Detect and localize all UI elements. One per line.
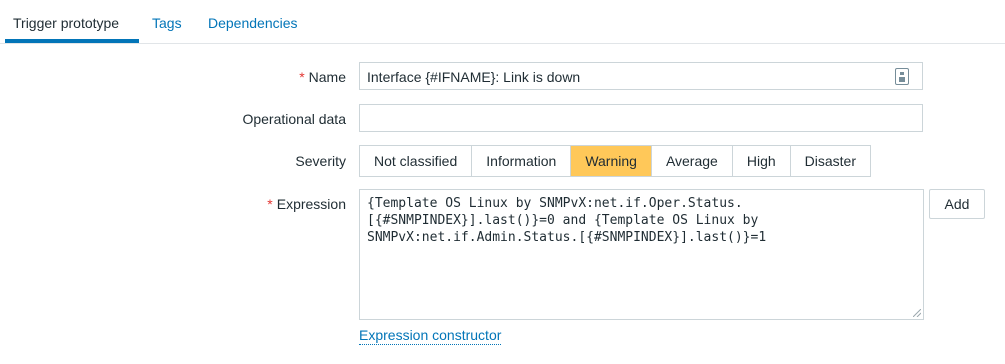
tab-dependencies[interactable]: Dependencies [208,15,298,31]
macro-icon[interactable] [895,68,909,85]
severity-warning[interactable]: Warning [571,146,652,176]
tab-trigger-prototype[interactable]: Trigger prototype [13,15,119,31]
tab-tags[interactable]: Tags [152,15,182,31]
expression-value: {Template OS Linux by SNMPvX:net.if.Oper… [367,196,767,245]
active-tab-indicator [5,39,139,43]
severity-average[interactable]: Average [652,146,733,176]
expression-constructor-link[interactable]: Expression constructor [359,327,502,345]
required-asterisk: * [299,69,305,85]
severity-selector: Not classified Information Warning Avera… [359,145,871,177]
severity-high[interactable]: High [733,146,791,176]
add-button[interactable]: Add [929,189,985,219]
name-input[interactable]: Interface {#IFNAME}: Link is down [359,62,923,90]
severity-not-classified[interactable]: Not classified [360,146,473,176]
required-asterisk: * [267,196,273,212]
operational-data-input[interactable] [359,104,923,132]
name-input-value: Interface {#IFNAME}: Link is down [367,69,581,85]
tab-bar: Trigger prototype Tags Dependencies [0,0,1005,44]
name-label: * Name [299,69,346,85]
resize-handle-icon[interactable] [913,309,921,317]
expression-label: * Expression [267,196,346,212]
operational-data-label: Operational data [242,111,346,127]
severity-label: Severity [295,153,346,169]
severity-disaster[interactable]: Disaster [791,146,870,176]
expression-textarea[interactable]: {Template OS Linux by SNMPvX:net.if.Oper… [359,189,924,320]
severity-information[interactable]: Information [472,146,572,176]
